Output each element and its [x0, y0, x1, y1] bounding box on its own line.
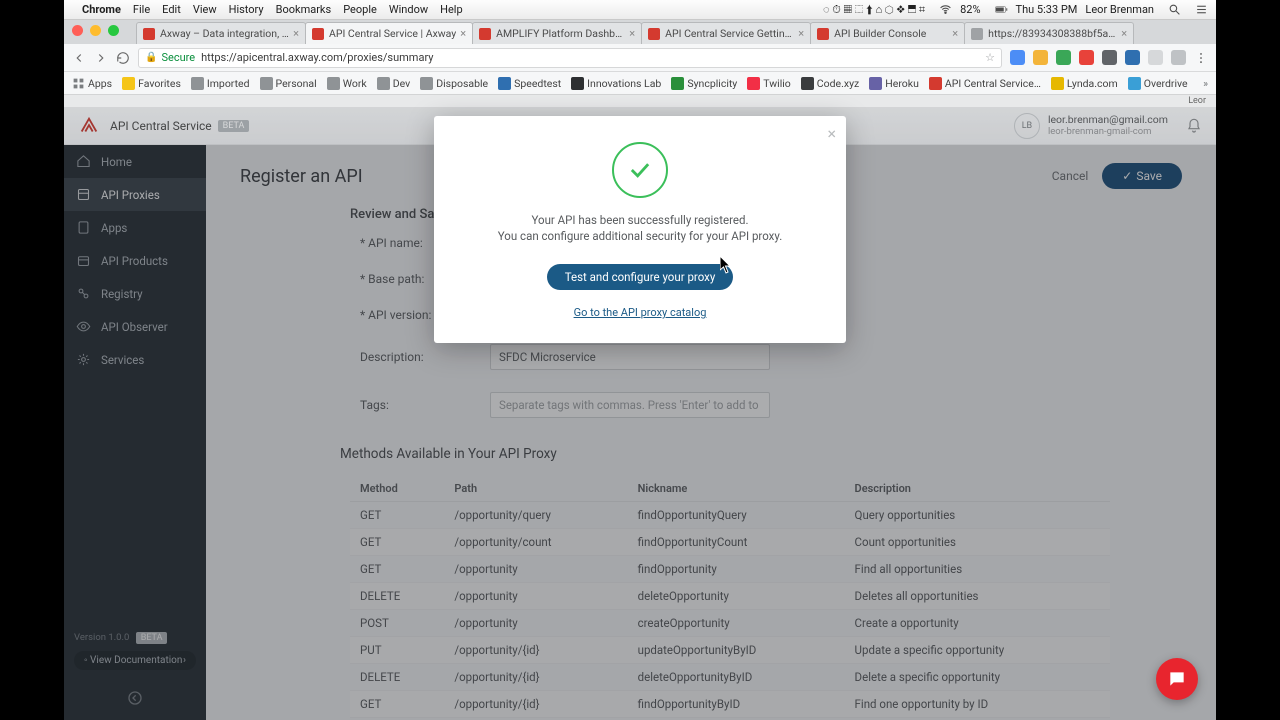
spotlight-icon[interactable]	[1162, 3, 1181, 16]
success-modal: × Your API has been successfully registe…	[434, 116, 846, 343]
menu-people[interactable]: People	[343, 3, 377, 16]
chrome-tabstrip: Axway – Data integration, Co…×API Centra…	[64, 20, 1216, 44]
success-check-icon	[612, 142, 668, 198]
mac-menubar: Chrome File Edit View History Bookmarks …	[64, 0, 1216, 20]
chrome-toolbar: 🔒 Secure https://apicentral.axway.com/pr…	[64, 44, 1216, 72]
tab-close-icon[interactable]: ×	[456, 27, 466, 40]
bookmark-item[interactable]: Innovations Lab	[571, 77, 661, 90]
hamburger-icon[interactable]	[1189, 3, 1208, 16]
menubar-user[interactable]: Leor Brenman	[1085, 3, 1154, 16]
tab-close-icon[interactable]: ×	[948, 27, 958, 40]
tab-close-icon[interactable]: ×	[1117, 27, 1127, 40]
bookmark-item[interactable]: Imported	[191, 77, 250, 90]
extension-icon[interactable]	[1033, 50, 1048, 65]
menu-bookmarks[interactable]: Bookmarks	[276, 3, 332, 16]
test-configure-button[interactable]: Test and configure your proxy	[547, 264, 734, 290]
tab-close-icon[interactable]: ×	[289, 27, 299, 40]
bookmark-item[interactable]: Dev	[377, 77, 410, 90]
status-icons: ◌ ⏱ ▦ ⬚ ⬆ ⌂ ⬡ ❖ ⬒ ⌗	[823, 3, 925, 17]
chat-fab[interactable]	[1156, 658, 1198, 700]
bookmark-item[interactable]: Heroku	[869, 77, 919, 90]
menu-window[interactable]: Window	[389, 3, 428, 16]
modal-line1: Your API has been successfully registere…	[458, 212, 822, 228]
menubar-clock[interactable]: Thu 5:33 PM	[1016, 3, 1078, 16]
window-minimize[interactable]	[90, 25, 101, 36]
nav-back-icon[interactable]	[72, 51, 86, 65]
address-bar[interactable]: 🔒 Secure https://apicentral.axway.com/pr…	[138, 48, 1002, 68]
battery-pct: 82%	[960, 3, 980, 16]
close-icon[interactable]: ×	[827, 124, 836, 143]
battery-icon	[989, 3, 1008, 16]
proxy-catalog-link[interactable]: Go to the API proxy catalog	[458, 306, 822, 319]
nav-reload-icon[interactable]	[116, 51, 130, 65]
bookmarks-bar: Apps Favorites Imported Personal Work Dev Disp…	[64, 72, 1216, 95]
chrome-profile[interactable]: Leor	[1188, 96, 1206, 106]
menu-view[interactable]: View	[193, 3, 217, 16]
window-close[interactable]	[72, 25, 83, 36]
bookmark-item[interactable]: Syncplicity	[671, 77, 737, 90]
browser-tab[interactable]: API Central Service | Axway×	[305, 22, 473, 44]
bookmark-item[interactable]: Overdrive	[1128, 77, 1188, 90]
bookmark-item[interactable]: Personal	[260, 77, 317, 90]
menu-edit[interactable]: Edit	[162, 3, 181, 16]
browser-tab[interactable]: AMPLIFY Platform Dashboard×	[472, 22, 642, 44]
extension-icon[interactable]	[1056, 50, 1071, 65]
wifi-icon[interactable]	[933, 3, 952, 16]
browser-tab[interactable]: API Builder Console×	[810, 22, 965, 44]
extension-icon[interactable]	[1171, 50, 1186, 65]
bookmark-item[interactable]: Apps	[72, 77, 112, 90]
bookmark-item[interactable]: API Central Service…	[929, 77, 1041, 90]
tab-close-icon[interactable]: ×	[625, 27, 635, 40]
bookmark-item[interactable]: Disposable	[420, 77, 488, 90]
bookmark-item[interactable]: Work	[327, 77, 367, 90]
extension-icon[interactable]	[1148, 50, 1163, 65]
menu-help[interactable]: Help	[440, 3, 463, 16]
menu-file[interactable]: File	[133, 3, 150, 16]
bookmark-item[interactable]: Twilio	[747, 77, 791, 90]
browser-tab[interactable]: https://83934308388bf5ac4…×	[964, 22, 1134, 44]
browser-tab[interactable]: API Central Service Getting St…×	[641, 22, 811, 44]
tab-close-icon[interactable]: ×	[794, 27, 804, 40]
bookmark-item[interactable]: Speedtest	[498, 77, 561, 90]
extension-icon[interactable]	[1125, 50, 1140, 65]
modal-line2: You can configure additional security fo…	[458, 228, 822, 244]
nav-forward-icon[interactable]	[94, 51, 108, 65]
bookmarks-overflow[interactable]: »	[1203, 77, 1208, 90]
browser-tab[interactable]: Axway – Data integration, Co…×	[136, 22, 306, 44]
extension-icon[interactable]	[1010, 50, 1025, 65]
menubar-app[interactable]: Chrome	[82, 3, 121, 16]
extension-icon[interactable]	[1102, 50, 1117, 65]
star-icon[interactable]: ☆	[985, 51, 995, 64]
window-zoom[interactable]	[108, 25, 119, 36]
lock-icon: 🔒	[145, 52, 157, 63]
url-text: https://apicentral.axway.com/proxies/sum…	[201, 51, 433, 64]
bookmark-item[interactable]: Code.xyz	[801, 77, 859, 90]
chrome-menu-icon[interactable]	[1194, 51, 1208, 65]
secure-label: Secure	[161, 51, 195, 64]
menu-history[interactable]: History	[229, 3, 264, 16]
extension-icon[interactable]	[1079, 50, 1094, 65]
bookmark-item[interactable]: Favorites	[122, 77, 181, 90]
bookmark-item[interactable]: Lynda.com	[1051, 77, 1118, 90]
